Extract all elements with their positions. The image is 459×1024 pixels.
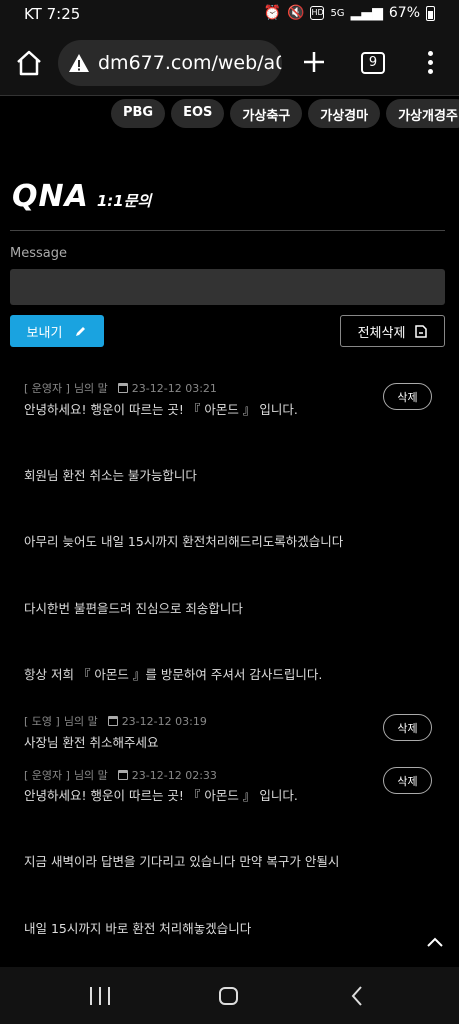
home-icon[interactable] — [14, 48, 44, 78]
entry-line: 사장님 환전 취소해주세요 — [24, 735, 159, 750]
pencil-icon — [76, 326, 86, 336]
url-text[interactable]: dm677.com/web/a0 — [98, 52, 282, 74]
category-chips: PBG EOS 가상축구 가상경마 가상개경주 — [111, 99, 459, 128]
title-sub: 1:1문의 — [96, 192, 152, 210]
recent-apps-icon[interactable] — [90, 987, 110, 1005]
warning-icon[interactable] — [68, 52, 90, 74]
chip-virtual-horse-racing[interactable]: 가상경마 — [308, 99, 381, 128]
entry-line: 다시한번 불편을드려 진심으로 죄송합니다 — [24, 601, 243, 616]
hd-icon: HD — [310, 6, 325, 20]
message-label: Message — [10, 246, 67, 261]
entry-author: [ 운영자 ] — [24, 769, 70, 782]
home-nav-icon[interactable] — [219, 987, 238, 1005]
browser-toolbar: dm677.com/web/a0 9 — [0, 30, 459, 96]
more-menu-icon[interactable] — [420, 48, 440, 78]
status-bar: KT 7:25 ⏰ 🔇 HD 5G ▂▄▆ 67% — [0, 0, 459, 30]
entry-date: 23-12-12 03:21 — [131, 381, 217, 395]
back-icon[interactable] — [350, 985, 364, 1007]
entry-line: 아무리 늦어도 내일 15시까지 환전처리해드리도록하겠습니다 — [24, 534, 344, 549]
page-content: PBG EOS 가상축구 가상경마 가상개경주 QNA 1:1문의 Messag… — [0, 97, 459, 967]
send-label: 보내기 — [26, 325, 63, 341]
system-nav-bar — [0, 967, 459, 1024]
delete-all-button[interactable]: 전체삭제 — [340, 315, 445, 347]
entry-author-suffix: 님의 말 — [63, 715, 98, 728]
entry-date: 23-12-12 02:33 — [131, 768, 217, 782]
message-entry: [ 운영자 ] 님의 말 23-12-12 02:33 — [24, 767, 444, 783]
document-icon — [415, 324, 428, 338]
entry-author-suffix: 님의 말 — [73, 769, 108, 782]
chip-virtual-dog-racing[interactable]: 가상개경주 — [386, 99, 459, 128]
entry-line: 지금 새벽이라 답변을 기다리고 있습니다 만약 복구가 안될시 — [24, 854, 340, 869]
entry-line: 항상 저희 『 아몬드 』를 방문하여 주셔서 감사드립니다. — [24, 667, 323, 682]
mute-icon: 🔇 — [287, 5, 305, 21]
page-title: QNA 1:1문의 — [12, 179, 151, 214]
calendar-icon — [117, 383, 128, 393]
delete-all-label: 전체삭제 — [357, 325, 406, 341]
message-input[interactable] — [10, 269, 445, 305]
alarm-icon: ⏰ — [263, 5, 281, 21]
entry-line: 안녕하세요! 행운이 따르는 곳! 『 아몬드 』 입니다. — [24, 402, 298, 417]
entry-author-suffix: 님의 말 — [73, 382, 108, 395]
entry-line: 내일 15시까지 바로 환전 처리해놓겠습니다 — [24, 921, 252, 936]
new-tab-icon[interactable] — [300, 48, 328, 76]
message-entry: [ 도영 ] 님의 말 23-12-12 03:19 — [24, 713, 444, 729]
tab-count-button[interactable]: 9 — [361, 52, 385, 74]
address-bar[interactable]: dm677.com/web/a0 — [58, 40, 282, 86]
entry-line: 회원님 환전 취소는 불가능합니다 — [24, 468, 197, 483]
entry-date: 23-12-12 03:19 — [121, 714, 207, 728]
entry-line: 안녕하세요! 행운이 따르는 곳! 『 아몬드 』 입니다. — [24, 788, 298, 803]
title-divider — [10, 230, 445, 231]
status-time: KT 7:25 — [24, 5, 81, 23]
delete-button[interactable]: 삭제 — [383, 767, 432, 794]
signal-icon: ▂▄▆ — [350, 5, 383, 21]
send-button[interactable]: 보내기 — [10, 315, 104, 347]
entry-meta: [ 운영자 ] 님의 말 23-12-12 03:21 — [24, 380, 444, 396]
entry-meta: [ 운영자 ] 님의 말 23-12-12 02:33 — [24, 767, 444, 783]
entry-author: [ 운영자 ] — [24, 382, 70, 395]
status-icons: ⏰ 🔇 HD 5G ▂▄▆ 67% — [264, 5, 435, 21]
title-main: QNA — [12, 179, 89, 214]
battery-percent: 67% — [388, 5, 420, 21]
entry-author: [ 도영 ] — [24, 715, 60, 728]
delete-button[interactable]: 삭제 — [383, 383, 432, 410]
scroll-to-top-icon[interactable] — [426, 935, 444, 949]
entry-meta: [ 도영 ] 님의 말 23-12-12 03:19 — [24, 713, 444, 729]
battery-icon — [426, 5, 435, 21]
chip-eos[interactable]: EOS — [171, 99, 225, 128]
network-label: 5G — [330, 7, 345, 19]
calendar-icon — [117, 770, 128, 780]
message-entry: [ 운영자 ] 님의 말 23-12-12 03:21 — [24, 380, 444, 396]
calendar-icon — [107, 716, 118, 726]
chip-pbg[interactable]: PBG — [111, 99, 166, 128]
delete-button[interactable]: 삭제 — [383, 714, 432, 741]
chip-virtual-soccer[interactable]: 가상축구 — [230, 99, 303, 128]
